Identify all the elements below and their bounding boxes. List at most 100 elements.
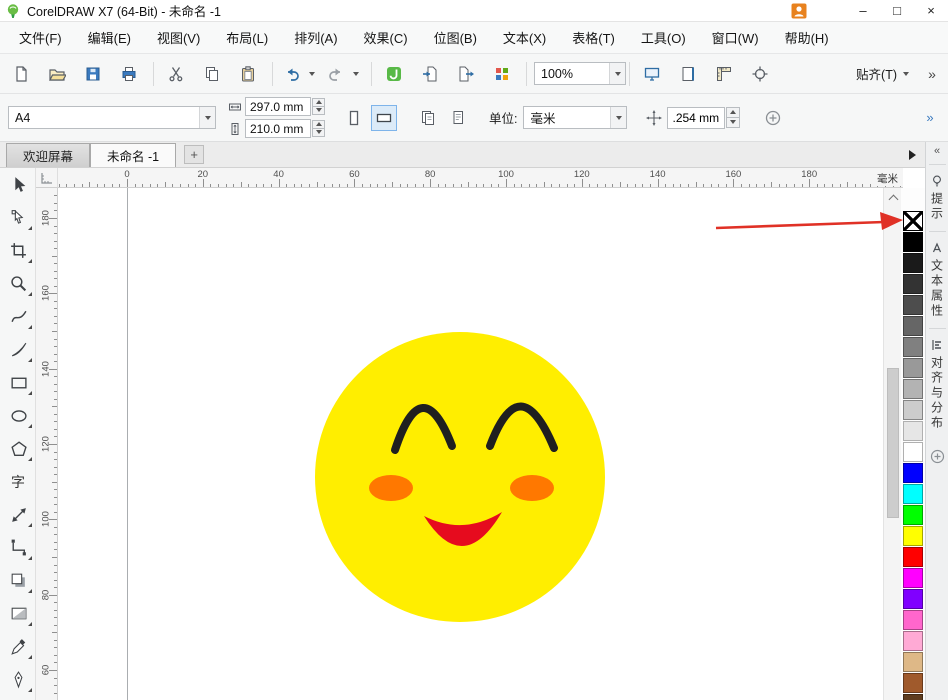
palette-swatch-green[interactable]: [903, 505, 923, 525]
smiley-drawing[interactable]: [58, 188, 883, 700]
tab-scroll-right-button[interactable]: [905, 148, 919, 162]
horizontal-ruler[interactable]: 毫米 020406080100120140160180: [58, 168, 903, 188]
palette-swatch-magenta[interactable]: [903, 568, 923, 588]
zoom-tool[interactable]: [0, 267, 36, 300]
menu-file[interactable]: 文件(F): [6, 22, 75, 53]
toolbar-overflow-icon[interactable]: »: [922, 60, 942, 88]
palette-swatch-no-color[interactable]: [903, 211, 923, 231]
portrait-button[interactable]: [341, 105, 367, 131]
application-launcher-icon[interactable]: [487, 60, 517, 88]
page-size-dropdown-icon[interactable]: [199, 107, 215, 128]
palette-swatch-10-black[interactable]: [903, 421, 923, 441]
palette-swatch-80-black[interactable]: [903, 274, 923, 294]
docker-collapse-icon[interactable]: «: [934, 142, 940, 159]
quick-customize-icon[interactable]: [930, 449, 945, 467]
menu-text[interactable]: 文本(X): [490, 22, 559, 53]
palette-swatch-tan[interactable]: [903, 652, 923, 672]
docker-tab-align-distribute[interactable]: 对齐与分布: [929, 334, 946, 435]
menu-table[interactable]: 表格(T): [559, 22, 628, 53]
maximize-button[interactable]: □: [880, 0, 914, 22]
color-eyedropper-tool[interactable]: [0, 630, 36, 663]
new-tab-button[interactable]: +: [184, 145, 204, 164]
zoom-dropdown-icon[interactable]: [609, 63, 625, 84]
show-page-border-icon[interactable]: [673, 60, 703, 88]
docker-tab-text-properties[interactable]: 文本属性: [929, 237, 946, 323]
page-size-combobox[interactable]: A4: [8, 106, 216, 129]
menu-view[interactable]: 视图(V): [144, 22, 213, 53]
undo-dropdown-icon[interactable]: [306, 60, 318, 88]
tab-untitled-1[interactable]: 未命名 -1: [90, 143, 176, 167]
import-button[interactable]: [415, 60, 445, 88]
palette-swatch-blue[interactable]: [903, 463, 923, 483]
palette-swatch-40-black[interactable]: [903, 358, 923, 378]
menu-arrange[interactable]: 排列(A): [281, 22, 350, 53]
menu-layout[interactable]: 布局(L): [213, 22, 281, 53]
palette-swatch-black[interactable]: [903, 232, 923, 252]
zoom-level-combobox[interactable]: 100%: [534, 62, 626, 85]
units-dropdown-icon[interactable]: [610, 107, 626, 128]
open-button[interactable]: [42, 60, 72, 88]
scrollbar-thumb[interactable]: [887, 368, 899, 518]
palette-swatch-dark-brown[interactable]: [903, 694, 923, 700]
nudge-distance-input[interactable]: [667, 107, 725, 129]
all-pages-button[interactable]: [415, 105, 441, 131]
page-height-down-icon[interactable]: [312, 128, 325, 137]
palette-swatch-white[interactable]: [903, 442, 923, 462]
palette-swatch-cyan[interactable]: [903, 484, 923, 504]
polygon-tool[interactable]: [0, 432, 36, 465]
crop-tool[interactable]: [0, 234, 36, 267]
menu-edit[interactable]: 编辑(E): [75, 22, 144, 53]
shape-tool[interactable]: [0, 201, 36, 234]
artistic-media-tool[interactable]: [0, 333, 36, 366]
landscape-button[interactable]: [371, 105, 397, 131]
content-search-icon[interactable]: [379, 60, 409, 88]
cut-button[interactable]: [161, 60, 191, 88]
palette-swatch-pink[interactable]: [903, 610, 923, 630]
page-width-input[interactable]: [245, 97, 311, 116]
snap-crosshair-icon[interactable]: [745, 60, 775, 88]
minimize-button[interactable]: –: [846, 0, 880, 22]
menu-effects[interactable]: 效果(C): [351, 22, 421, 53]
dimension-tool[interactable]: [0, 498, 36, 531]
menu-help[interactable]: 帮助(H): [772, 22, 842, 53]
current-page-button[interactable]: [445, 105, 471, 131]
full-screen-preview-icon[interactable]: [637, 60, 667, 88]
show-rulers-icon[interactable]: [709, 60, 739, 88]
connector-tool[interactable]: [0, 531, 36, 564]
export-button[interactable]: [451, 60, 481, 88]
print-button[interactable]: [114, 60, 144, 88]
transparency-tool[interactable]: [0, 597, 36, 630]
palette-swatch-50-black[interactable]: [903, 337, 923, 357]
save-button[interactable]: [78, 60, 108, 88]
menu-window[interactable]: 窗口(W): [699, 22, 772, 53]
text-tool[interactable]: 字: [0, 465, 36, 498]
ellipse-tool[interactable]: [0, 399, 36, 432]
palette-swatch-purple[interactable]: [903, 589, 923, 609]
tab-welcome-screen[interactable]: 欢迎屏幕: [6, 143, 90, 167]
nudge-down-icon[interactable]: [726, 117, 740, 128]
palette-swatch-90-black[interactable]: [903, 253, 923, 273]
palette-swatch-70-black[interactable]: [903, 295, 923, 315]
palette-swatch-30-black[interactable]: [903, 379, 923, 399]
menu-tools[interactable]: 工具(O): [628, 22, 699, 53]
scroll-up-icon[interactable]: [884, 190, 902, 206]
menu-bitmaps[interactable]: 位图(B): [421, 22, 490, 53]
palette-swatch-red[interactable]: [903, 547, 923, 567]
redo-dropdown-icon[interactable]: [350, 60, 362, 88]
canvas[interactable]: [58, 188, 883, 700]
palette-swatch-light-pink[interactable]: [903, 631, 923, 651]
page-width-down-icon[interactable]: [312, 106, 325, 115]
outline-pen-tool[interactable]: [0, 663, 36, 696]
vertical-ruler[interactable]: 1801601401201008060: [36, 188, 58, 700]
palette-swatch-60-black[interactable]: [903, 316, 923, 336]
new-document-button[interactable]: [6, 60, 36, 88]
rectangle-tool[interactable]: [0, 366, 36, 399]
object-origin-icon[interactable]: [760, 105, 786, 131]
undo-button[interactable]: [280, 60, 304, 88]
vertical-scrollbar[interactable]: [883, 188, 901, 700]
units-combobox[interactable]: 毫米: [523, 106, 627, 129]
ruler-origin-icon[interactable]: [36, 168, 58, 188]
palette-swatch-20-black[interactable]: [903, 400, 923, 420]
property-bar-overflow-icon[interactable]: »: [920, 110, 940, 125]
freehand-tool[interactable]: [0, 300, 36, 333]
